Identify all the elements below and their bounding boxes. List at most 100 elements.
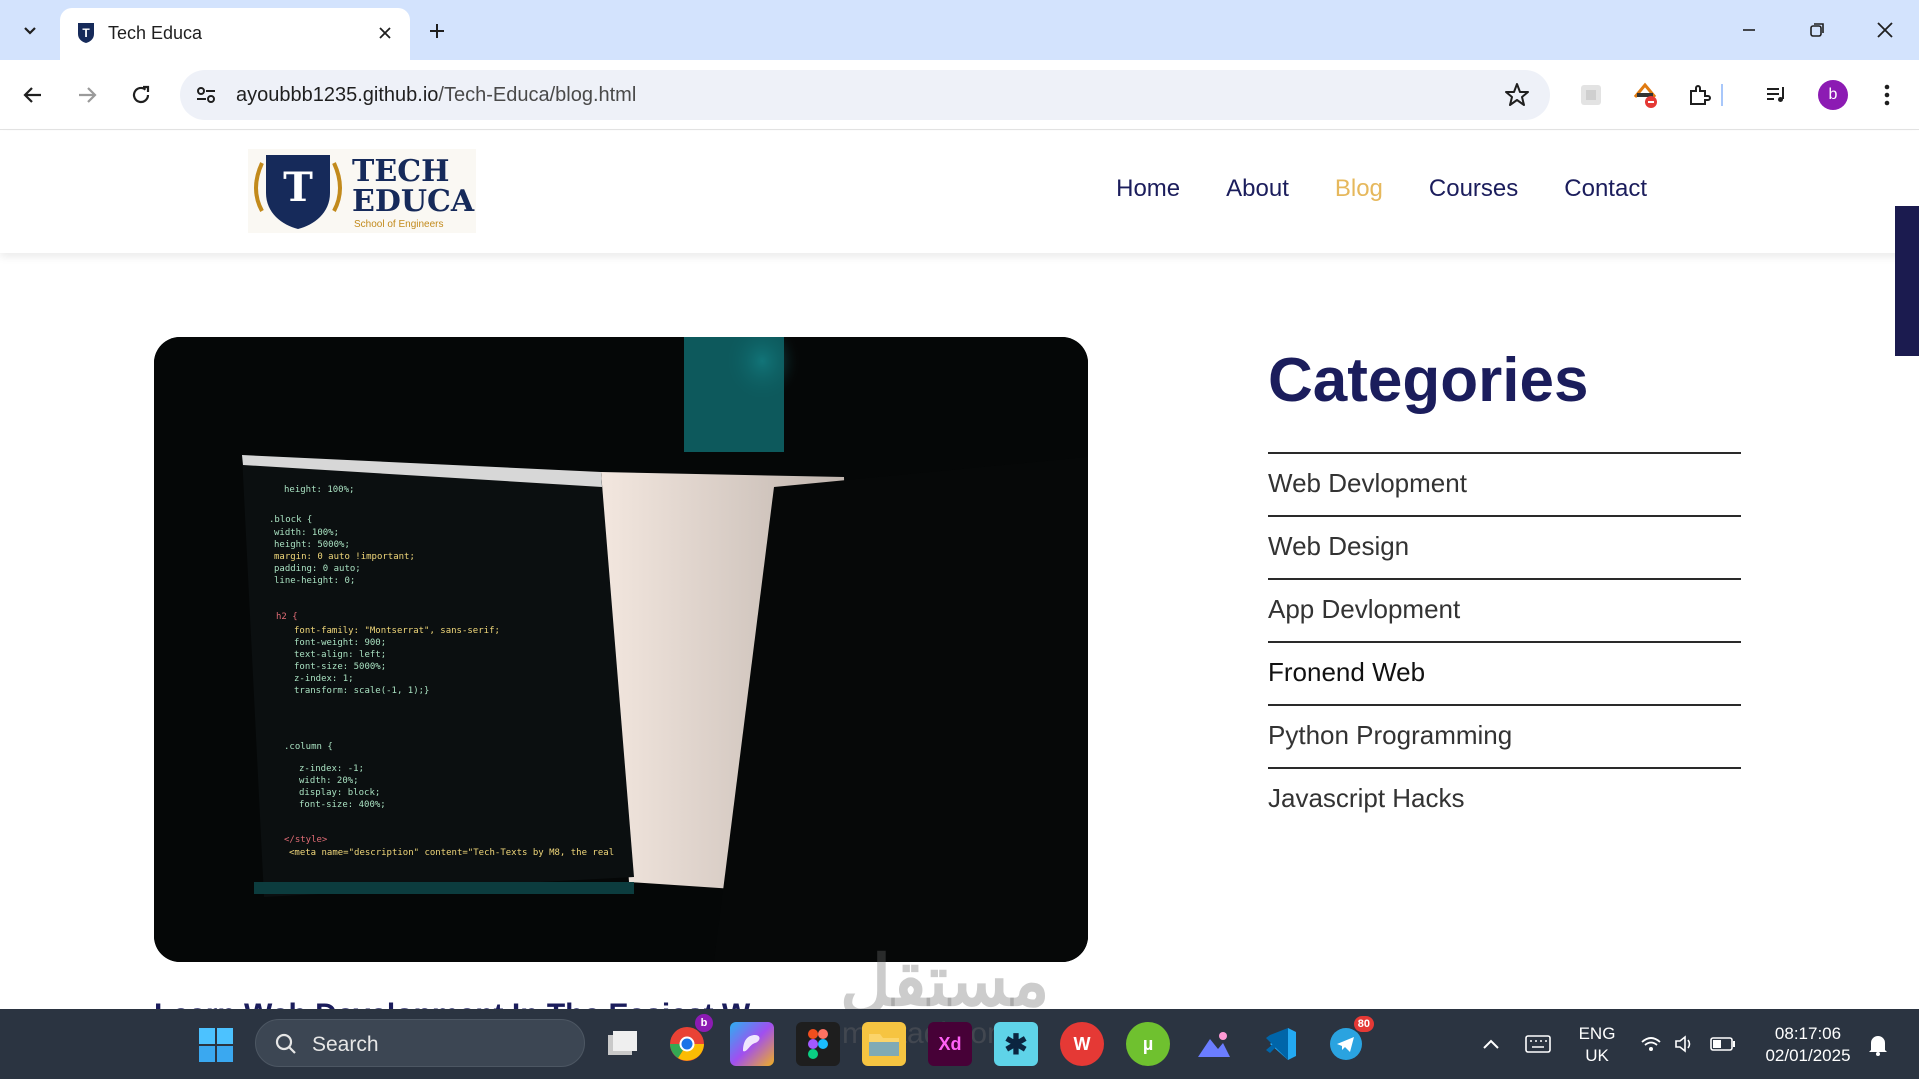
playlist-music-icon: [1767, 87, 1784, 102]
category-web-devlopment[interactable]: Web Devlopment: [1268, 452, 1741, 515]
asterisk-icon: ✱: [1004, 1028, 1028, 1060]
nav-blog[interactable]: Blog: [1335, 175, 1383, 203]
chrome-menu-button[interactable]: [1872, 80, 1902, 110]
blocker-extension-icon: [1633, 82, 1657, 108]
utorrent-icon: µ: [1142, 1033, 1154, 1054]
svg-text:font-size: 400%;: font-size: 400%;: [299, 800, 386, 810]
svg-text:padding: 0 auto;: padding: 0 auto;: [274, 564, 361, 574]
svg-text:z-index: -1;: z-index: -1;: [299, 764, 364, 774]
extension-blocker-button[interactable]: [1630, 80, 1660, 110]
side-floating-tab[interactable]: [1895, 206, 1919, 356]
nav-contact[interactable]: Contact: [1564, 175, 1647, 203]
close-window-button[interactable]: [1862, 10, 1908, 50]
close-icon: [1877, 22, 1893, 38]
task-view-app[interactable]: [600, 1022, 644, 1066]
copilot-app[interactable]: [730, 1022, 774, 1066]
photos-app[interactable]: [1192, 1022, 1236, 1066]
file-explorer-app[interactable]: [862, 1022, 906, 1066]
language-region: UK: [1585, 1046, 1609, 1065]
back-button[interactable]: [16, 78, 50, 112]
svg-text:margin: 0 auto !important;: margin: 0 auto !important;: [274, 552, 415, 562]
svg-text:width: 100%;: width: 100%;: [274, 528, 339, 538]
clock-time: 08:17:06: [1774, 1024, 1842, 1043]
battery-icon: [1710, 1037, 1735, 1051]
tab-close-button[interactable]: [374, 22, 396, 44]
site-logo[interactable]: T TECH EDUCA School of Engineers: [248, 149, 476, 233]
vscode-icon: [1266, 1028, 1296, 1060]
logo-letter: T: [283, 164, 313, 211]
forward-button[interactable]: [70, 78, 104, 112]
windows-start-icon[interactable]: [198, 1027, 234, 1063]
category-javascript-hacks[interactable]: Javascript Hacks: [1268, 767, 1741, 830]
language-code: ENG: [1578, 1024, 1616, 1043]
site-info-icon[interactable]: [194, 83, 218, 107]
telegram-unread-badge: 80: [1353, 1016, 1374, 1032]
chevron-down-icon: [24, 27, 36, 35]
utorrent-app[interactable]: µ: [1126, 1022, 1170, 1066]
svg-text:font-family: "Montserrat", san: font-family: "Montserrat", sans-serif;: [294, 626, 500, 636]
taskbar-search-label: Search: [312, 1033, 379, 1056]
category-app-devlopment[interactable]: App Devlopment: [1268, 578, 1741, 641]
wps-icon: W: [1073, 1033, 1091, 1054]
svg-text:.column {: .column {: [284, 742, 333, 752]
restore-button[interactable]: [1794, 10, 1840, 50]
chrome-taskbar-app[interactable]: b: [665, 1014, 713, 1066]
battery-status[interactable]: [1708, 1022, 1738, 1066]
folder-icon: [869, 1034, 899, 1056]
figma-app[interactable]: [796, 1022, 840, 1066]
svg-text:font-size: 5000%;: font-size: 5000%;: [294, 662, 386, 672]
puzzle-icon: [1690, 85, 1711, 105]
taskbar-search[interactable]: Search: [255, 1019, 585, 1067]
svg-text:<meta name="description" conte: <meta name="description" content="Tech-T…: [289, 848, 614, 858]
nav-courses[interactable]: Courses: [1429, 175, 1518, 203]
tab-search-button[interactable]: [10, 12, 50, 48]
laptop-code-illustration: height: 100%; .block { width: 100%; heig…: [154, 337, 1088, 962]
nav-about[interactable]: About: [1226, 175, 1289, 203]
wifi-status[interactable]: [1636, 1022, 1666, 1066]
svg-text:line-height: 0;: line-height: 0;: [274, 576, 355, 586]
category-web-design[interactable]: Web Design: [1268, 515, 1741, 578]
svg-text:</style>: </style>: [284, 835, 328, 845]
tray-overflow-button[interactable]: [1476, 1022, 1506, 1066]
touch-keyboard-button[interactable]: [1520, 1022, 1556, 1066]
clock[interactable]: 08:17:06 02/01/2025: [1756, 1023, 1860, 1067]
extensions-menu-button[interactable]: [1684, 80, 1714, 110]
svg-text:height: 100%;: height: 100%;: [284, 485, 354, 495]
notifications-button[interactable]: [1860, 1022, 1896, 1066]
url-path: /Tech-Educa/blog.html: [438, 84, 637, 106]
bookmark-star-icon[interactable]: [1504, 82, 1530, 108]
reload-button[interactable]: [124, 78, 158, 112]
minimize-button[interactable]: [1726, 10, 1772, 50]
telegram-app[interactable]: 80: [1324, 1016, 1374, 1066]
language-indicator[interactable]: ENG UK: [1572, 1023, 1622, 1067]
wps-office-app[interactable]: W: [1060, 1022, 1104, 1066]
adobe-xd-app[interactable]: Xd: [928, 1022, 972, 1066]
reload-icon: [132, 85, 150, 104]
extension-grey-button[interactable]: [1576, 80, 1606, 110]
category-python-programming[interactable]: Python Programming: [1268, 704, 1741, 767]
svg-text:T: T: [82, 26, 90, 40]
volume-status[interactable]: [1670, 1022, 1700, 1066]
keyboard-icon: [1525, 1035, 1551, 1053]
search-icon: [275, 1033, 296, 1054]
plus-icon: [430, 24, 444, 38]
address-bar[interactable]: ayoubbb1235.github.io/Tech-Educa/blog.ht…: [180, 70, 1550, 120]
logo-wordmark: TECH EDUCA: [352, 157, 474, 217]
new-tab-button[interactable]: [420, 14, 454, 48]
photos-mountain-icon: [1198, 1032, 1230, 1057]
extension-tile-icon: [1581, 85, 1601, 105]
media-controls-button[interactable]: [1762, 80, 1792, 110]
copilot-icon: [743, 1035, 760, 1052]
asterisk-app[interactable]: ✱: [994, 1022, 1038, 1066]
wifi-icon: [1641, 1037, 1661, 1051]
profile-avatar[interactable]: b: [1818, 80, 1848, 110]
logo-line1: TECH: [352, 154, 450, 189]
clock-date: 02/01/2025: [1765, 1046, 1851, 1065]
tab-tech-educa[interactable]: T Tech Educa: [60, 8, 410, 60]
category-fronend-web[interactable]: Fronend Web: [1268, 641, 1741, 704]
svg-text:transform: scale(-1, 1);}: transform: scale(-1, 1);}: [294, 686, 429, 696]
nav-home[interactable]: Home: [1116, 175, 1180, 203]
restore-icon: [1810, 23, 1824, 37]
toolbar-divider: [1720, 80, 1724, 110]
vscode-app[interactable]: [1258, 1022, 1302, 1066]
